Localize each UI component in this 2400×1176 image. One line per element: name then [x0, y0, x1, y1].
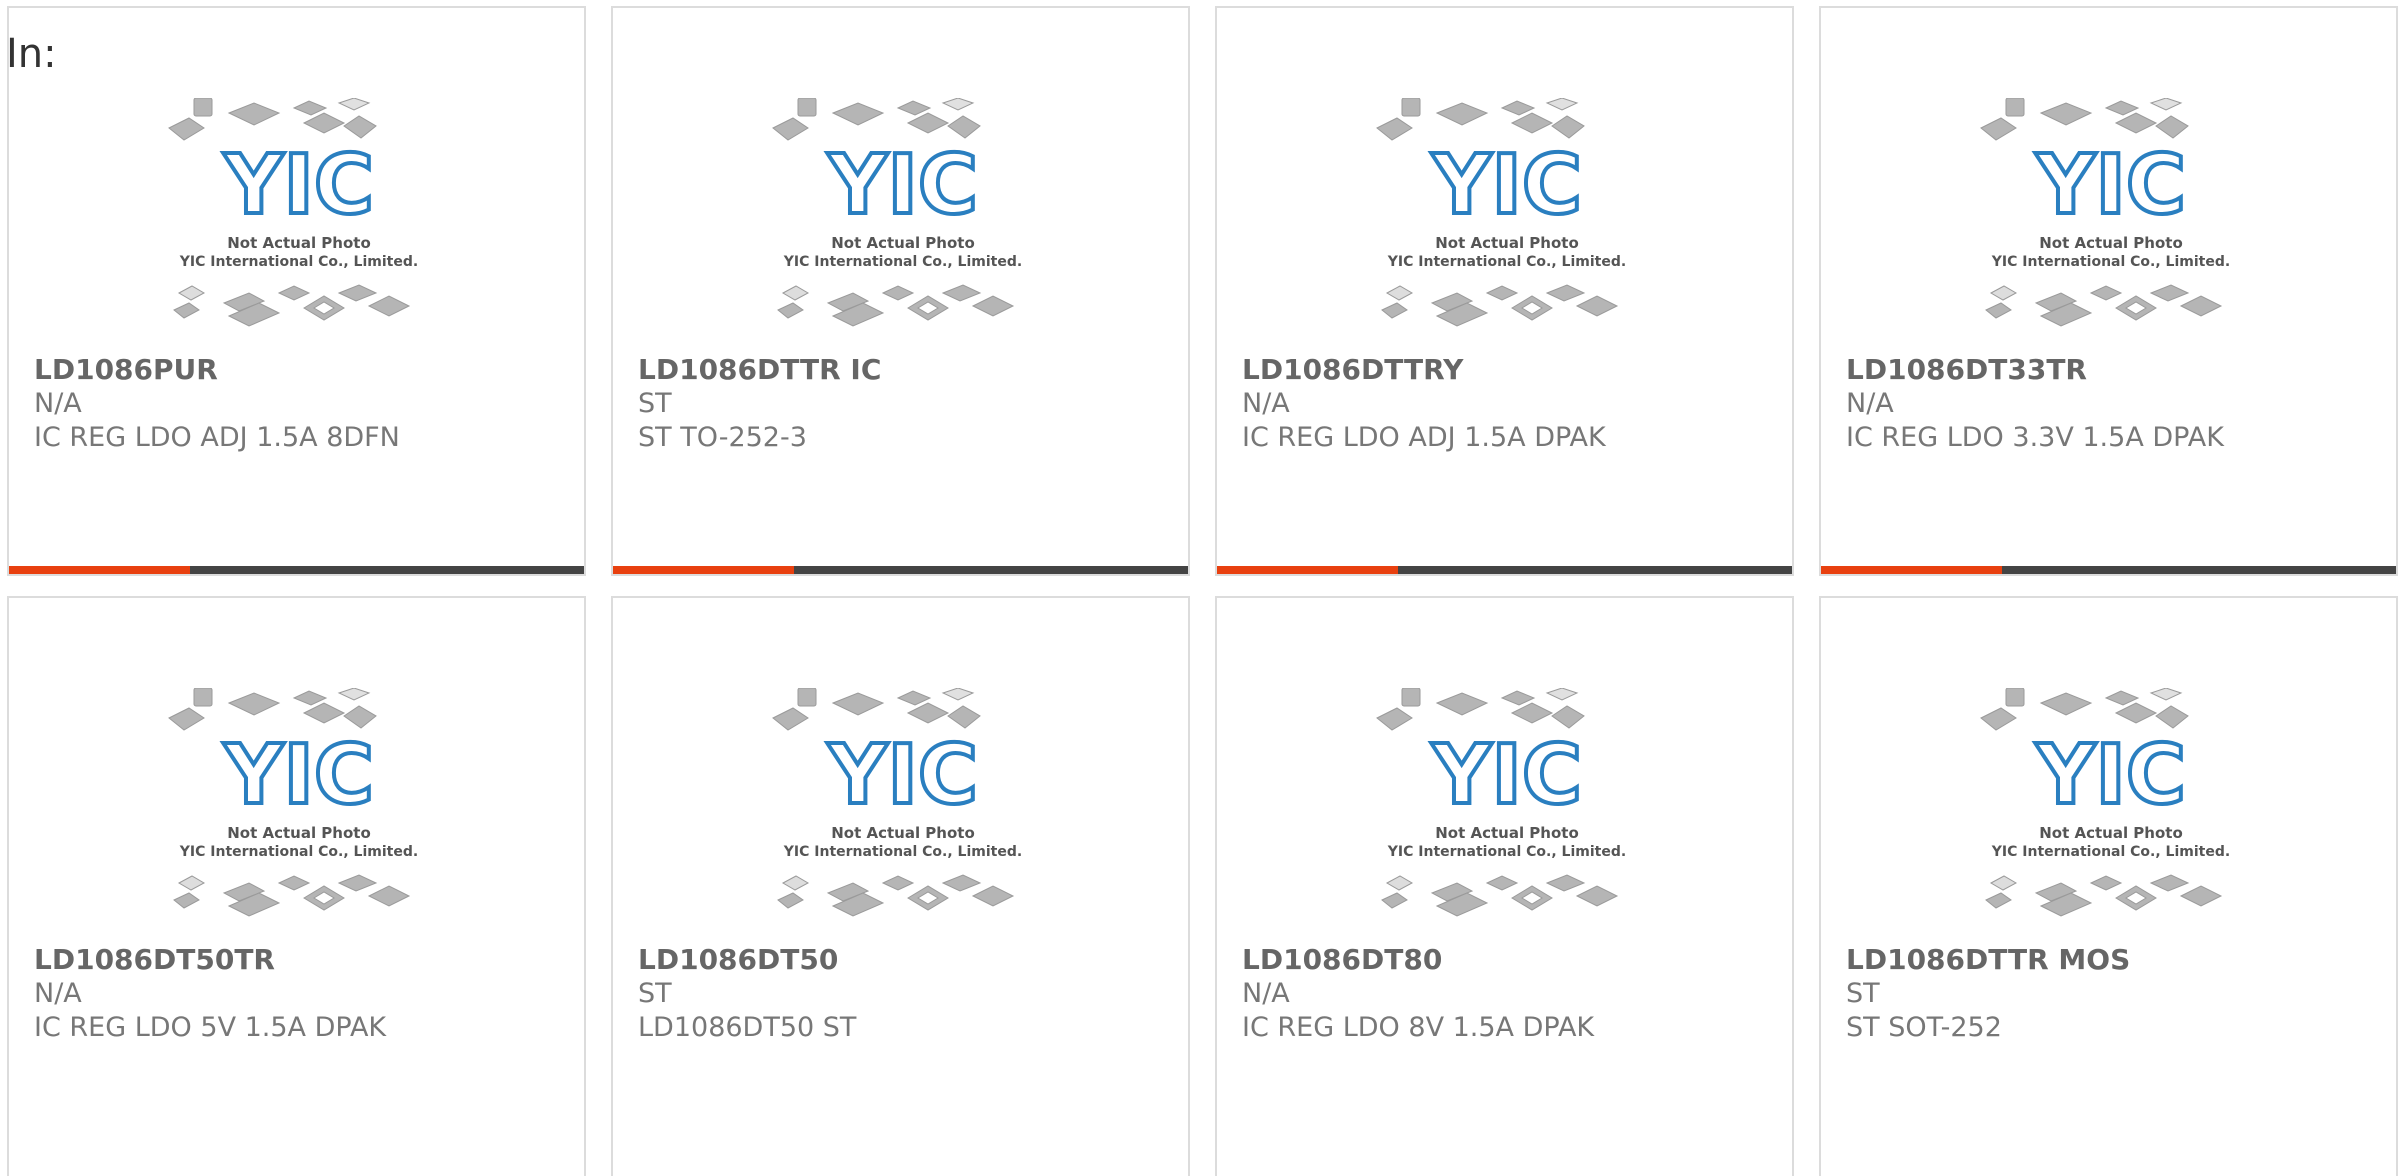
not-actual-photo-text: Not Actual Photo: [2039, 234, 2183, 252]
product-placeholder-image[interactable]: YIC Not Actual Photo YIC International C…: [1976, 688, 2246, 933]
product-part-number[interactable]: LD1086DTTR IC: [638, 353, 1178, 387]
card-bar-accent: [9, 566, 191, 574]
watermark-company-text: YIC International Co., Limited.: [1387, 254, 1626, 270]
product-placeholder-image[interactable]: YIC Not Actual Photo YIC International C…: [768, 98, 1038, 343]
product-info: LD1086DTTR IC ST ST TO-252-3: [638, 353, 1178, 455]
product-info: LD1086DT50 ST LD1086DT50 ST: [638, 943, 1178, 1045]
product-info: LD1086DTTRY N/A IC REG LDO ADJ 1.5A DPAK: [1242, 353, 1782, 455]
watermark-company-text: YIC International Co., Limited.: [1387, 844, 1626, 860]
watermark-company-text: YIC International Co., Limited.: [1991, 254, 2230, 270]
product-card[interactable]: YIC Not Actual Photo YIC International C…: [611, 6, 1190, 576]
product-manufacturer: ST: [638, 978, 672, 1009]
product-part-number[interactable]: LD1086DTTR MOS: [1846, 943, 2386, 977]
not-actual-photo-text: Not Actual Photo: [1435, 234, 1579, 252]
not-actual-photo-text: Not Actual Photo: [2039, 824, 2183, 842]
product-card[interactable]: YIC Not Actual Photo YIC International C…: [7, 596, 586, 1176]
card-bottom-bar: [9, 566, 584, 574]
product-card[interactable]: YIC Not Actual Photo YIC International C…: [611, 596, 1190, 1176]
yic-logo: YIC: [827, 728, 978, 823]
product-card[interactable]: YIC Not Actual Photo YIC International C…: [7, 6, 586, 576]
watermark-company-text: YIC International Co., Limited.: [179, 254, 418, 270]
not-actual-photo-text: Not Actual Photo: [1435, 824, 1579, 842]
page-heading: In:: [6, 31, 57, 77]
yic-logo: YIC: [2035, 138, 2186, 233]
product-description: IC REG LDO ADJ 1.5A 8DFN: [34, 422, 400, 453]
product-info: LD1086PUR N/A IC REG LDO ADJ 1.5A 8DFN: [34, 353, 574, 455]
watermark-company-text: YIC International Co., Limited.: [1991, 844, 2230, 860]
product-description: IC REG LDO ADJ 1.5A DPAK: [1242, 422, 1606, 453]
product-manufacturer: N/A: [34, 978, 82, 1009]
product-info: LD1086DTTR MOS ST ST SOT-252: [1846, 943, 2386, 1045]
product-info: LD1086DT80 N/A IC REG LDO 8V 1.5A DPAK: [1242, 943, 1782, 1045]
product-manufacturer: N/A: [1242, 388, 1290, 419]
card-bottom-bar: [1217, 566, 1792, 574]
product-manufacturer: N/A: [1242, 978, 1290, 1009]
card-bottom-bar: [613, 566, 1188, 574]
product-grid: YIC Not Actual Photo YIC International C…: [7, 6, 2400, 1176]
yic-logo: YIC: [1431, 728, 1582, 823]
not-actual-photo-text: Not Actual Photo: [227, 234, 371, 252]
product-description: ST SOT-252: [1846, 1012, 2002, 1043]
product-placeholder-image[interactable]: YIC Not Actual Photo YIC International C…: [164, 688, 434, 933]
yic-logo: YIC: [223, 728, 374, 823]
product-manufacturer: N/A: [1846, 388, 1894, 419]
card-bar-accent: [1217, 566, 1399, 574]
product-part-number[interactable]: LD1086DT80: [1242, 943, 1782, 977]
product-info: LD1086DT50TR N/A IC REG LDO 5V 1.5A DPAK: [34, 943, 574, 1045]
product-placeholder-image[interactable]: YIC Not Actual Photo YIC International C…: [768, 688, 1038, 933]
product-part-number[interactable]: LD1086PUR: [34, 353, 574, 387]
yic-logo: YIC: [827, 138, 978, 233]
product-part-number[interactable]: LD1086DT50TR: [34, 943, 574, 977]
not-actual-photo-text: Not Actual Photo: [831, 234, 975, 252]
product-card[interactable]: YIC Not Actual Photo YIC International C…: [1215, 596, 1794, 1176]
product-card[interactable]: YIC Not Actual Photo YIC International C…: [1819, 596, 2398, 1176]
card-bar-accent: [1821, 566, 2003, 574]
product-manufacturer: ST: [1846, 978, 1880, 1009]
product-placeholder-image[interactable]: YIC Not Actual Photo YIC International C…: [1372, 688, 1642, 933]
product-part-number[interactable]: LD1086DT33TR: [1846, 353, 2386, 387]
product-manufacturer: N/A: [34, 388, 82, 419]
product-description: IC REG LDO 5V 1.5A DPAK: [34, 1012, 387, 1043]
product-placeholder-image[interactable]: YIC Not Actual Photo YIC International C…: [1976, 98, 2246, 343]
not-actual-photo-text: Not Actual Photo: [227, 824, 371, 842]
product-card[interactable]: YIC Not Actual Photo YIC International C…: [1819, 6, 2398, 576]
product-part-number[interactable]: LD1086DT50: [638, 943, 1178, 977]
not-actual-photo-text: Not Actual Photo: [831, 824, 975, 842]
product-description: ST TO-252-3: [638, 422, 807, 453]
watermark-company-text: YIC International Co., Limited.: [783, 254, 1022, 270]
product-info: LD1086DT33TR N/A IC REG LDO 3.3V 1.5A DP…: [1846, 353, 2386, 455]
card-bottom-bar: [1821, 566, 2396, 574]
product-description: LD1086DT50 ST: [638, 1012, 857, 1043]
watermark-company-text: YIC International Co., Limited.: [783, 844, 1022, 860]
yic-logo: YIC: [2035, 728, 2186, 823]
yic-logo: YIC: [223, 138, 374, 233]
product-card[interactable]: YIC Not Actual Photo YIC International C…: [1215, 6, 1794, 576]
product-description: IC REG LDO 3.3V 1.5A DPAK: [1846, 422, 2224, 453]
product-placeholder-image[interactable]: YIC Not Actual Photo YIC International C…: [1372, 98, 1642, 343]
card-bar-accent: [613, 566, 795, 574]
watermark-company-text: YIC International Co., Limited.: [179, 844, 418, 860]
product-manufacturer: ST: [638, 388, 672, 419]
product-description: IC REG LDO 8V 1.5A DPAK: [1242, 1012, 1595, 1043]
product-part-number[interactable]: LD1086DTTRY: [1242, 353, 1782, 387]
yic-logo: YIC: [1431, 138, 1582, 233]
product-placeholder-image[interactable]: YIC Not Actual Photo YIC International C…: [164, 98, 434, 343]
